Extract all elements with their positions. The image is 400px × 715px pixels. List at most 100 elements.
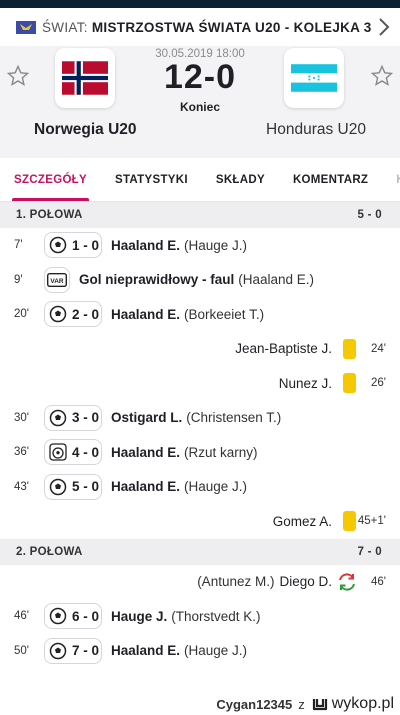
- event-player: Haaland E. (Hauge J.): [111, 479, 248, 495]
- match-header: 30.05.2019 18:00 12-0 Koniec Norwegia U2…: [0, 46, 400, 158]
- goal-score: 7 - 0: [72, 643, 100, 659]
- status-bar: [0, 0, 400, 8]
- event-row[interactable]: 46' 6 - 0 Hauge J. (Thorstvedt K.): [0, 599, 400, 634]
- ball-icon: [49, 608, 67, 625]
- goal-pill: 5 - 0: [44, 473, 102, 500]
- goal-pill: 1 - 0: [44, 232, 102, 259]
- event-minute: 45+1': [357, 515, 386, 528]
- yellow-card-icon: [343, 338, 356, 359]
- event-assist: (Hauge J.): [184, 479, 248, 495]
- tab-bar: SZCZEGÓŁY STATYSTYKI SKŁADY KOMENTARZ K: [0, 158, 400, 202]
- event-assist: (Hauge J.): [184, 643, 248, 659]
- watermark-separator: z: [298, 696, 305, 712]
- first-half-score: 5 - 0: [357, 209, 382, 221]
- event-assist: (Christensen T.): [186, 410, 282, 426]
- second-half-score: 7 - 0: [357, 545, 382, 558]
- ball-icon: [49, 642, 67, 659]
- event-minute: 36': [14, 446, 29, 459]
- chevron-right-icon[interactable]: [372, 15, 396, 39]
- event-row[interactable]: 9' VAR Gol nieprawidłowy - faul (Haaland …: [0, 263, 400, 298]
- first-half-header: 1. POŁOWA 5 - 0: [0, 202, 400, 228]
- substitution: (Antunez M.) Diego D.: [197, 574, 332, 589]
- event-row[interactable]: 30' 3 - 0 Ostigard L. (Christensen T.): [0, 401, 400, 436]
- tab-details[interactable]: SZCZEGÓŁY: [0, 158, 101, 201]
- goal-score: 1 - 0: [72, 237, 100, 253]
- tab-statistics[interactable]: STATYSTYKI: [101, 158, 202, 201]
- tab-lineups[interactable]: SKŁADY: [202, 158, 279, 201]
- event-player: Hauge J. (Thorstvedt K.): [111, 608, 261, 624]
- event-row[interactable]: 7' 1 - 0 Haaland E. (Hauge J.): [0, 228, 400, 263]
- ball-icon: [49, 306, 67, 323]
- goal-score: 3 - 0: [72, 410, 100, 426]
- wykop-logo-icon: [312, 699, 327, 711]
- event-row[interactable]: Gomez A. 45+1': [0, 504, 400, 539]
- goal-pill: 4 - 0: [44, 439, 102, 466]
- var-pill: VAR: [44, 266, 70, 293]
- event-minute: 46': [371, 575, 386, 588]
- goal-score: 2 - 0: [72, 306, 100, 322]
- event-player: Haaland E. (Hauge J.): [111, 237, 248, 253]
- event-row[interactable]: (Antunez M.) Diego D. 46': [0, 565, 400, 600]
- first-half-label: 1. POŁOWA: [16, 209, 83, 221]
- event-row[interactable]: 43' 5 - 0 Haaland E. (Hauge J.): [0, 470, 400, 505]
- wykop-site: wykop.pl: [331, 695, 394, 712]
- event-player: Haaland E. (Borkeeiet T.): [111, 306, 265, 322]
- card-player: Jean-Baptiste J.: [235, 341, 332, 357]
- event-minute: 20': [14, 308, 29, 321]
- event-row[interactable]: Nunez J. 26': [0, 366, 400, 401]
- svg-text:VAR: VAR: [50, 278, 64, 285]
- event-minute: 46': [14, 610, 29, 623]
- match-status: Koniec: [179, 100, 220, 114]
- sub-out-player: (Antunez M.): [197, 574, 275, 590]
- away-team-name[interactable]: Honduras U20: [266, 121, 366, 139]
- ball-icon: [49, 237, 67, 254]
- event-row[interactable]: Jean-Baptiste J. 24': [0, 332, 400, 367]
- substitution-icon: [336, 571, 358, 593]
- event-minute: 30': [14, 411, 29, 424]
- event-row[interactable]: 50' 7 - 0 Haaland E. (Hauge J.): [0, 634, 400, 669]
- league-bar[interactable]: ŚWIAT: MISTRZOSTWA ŚWIATA U20 - KOLEJKA …: [0, 8, 400, 46]
- goal-pill: 7 - 0: [44, 637, 102, 664]
- event-minute: 43': [14, 480, 29, 493]
- yellow-card-icon: [343, 373, 356, 394]
- event-minute: 50': [14, 644, 29, 657]
- event-minute: 7': [14, 239, 23, 252]
- goal-score: 5 - 0: [72, 479, 100, 495]
- second-half-header: 2. POŁOWA 7 - 0: [0, 538, 400, 565]
- second-half-label: 2. POŁOWA: [16, 545, 83, 558]
- goal-pill: 3 - 0: [44, 404, 102, 431]
- league-competition: MISTRZOSTWA ŚWIATA U20 - KOLEJKA 3: [91, 19, 372, 35]
- match-score: 12-0: [163, 58, 237, 96]
- ball-icon: [49, 478, 67, 495]
- var-icon: VAR: [47, 272, 67, 287]
- var-event: Gol nieprawidłowy - faul (Haaland E.): [79, 272, 315, 288]
- tab-more[interactable]: K: [382, 158, 400, 201]
- penalty-ball-icon: [49, 443, 67, 461]
- yellow-card-icon: [343, 511, 356, 532]
- event-assist: (Borkeeiet T.): [184, 306, 265, 322]
- league-title: ŚWIAT: MISTRZOSTWA ŚWIATA U20 - KOLEJKA …: [42, 20, 372, 35]
- goal-pill: 6 - 0: [44, 603, 102, 630]
- event-player: Haaland E. (Hauge J.): [111, 643, 248, 659]
- tab-commentary[interactable]: KOMENTARZ: [279, 158, 382, 201]
- event-minute: 9': [14, 273, 23, 286]
- watermark-user: Cygan12345: [216, 696, 293, 712]
- event-row[interactable]: 36' 4 - 0 Haaland E. (Rzut karny): [0, 435, 400, 470]
- home-team-name[interactable]: Norwegia U20: [34, 121, 137, 139]
- world-flag-icon: [16, 20, 36, 34]
- event-assist: (Rzut karny): [184, 444, 258, 460]
- event-assist: (Haaland E.): [238, 272, 315, 288]
- event-assist: (Hauge J.): [184, 237, 248, 253]
- event-row[interactable]: 20' 2 - 0 Haaland E. (Borkeeiet T.): [0, 297, 400, 332]
- league-country: ŚWIAT:: [42, 19, 88, 35]
- event-minute: 26': [371, 377, 386, 390]
- watermark: Cygan12345 z wykop.pl: [216, 695, 394, 713]
- wykop-logo: wykop.pl: [311, 695, 394, 713]
- sub-in-player: Diego D.: [279, 574, 332, 590]
- goal-score: 4 - 0: [72, 444, 100, 460]
- event-minute: 24': [371, 342, 386, 355]
- ball-icon: [49, 409, 67, 426]
- event-player: Haaland E. (Rzut karny): [111, 444, 258, 460]
- card-player: Gomez A.: [272, 513, 332, 529]
- goal-score: 6 - 0: [72, 608, 100, 624]
